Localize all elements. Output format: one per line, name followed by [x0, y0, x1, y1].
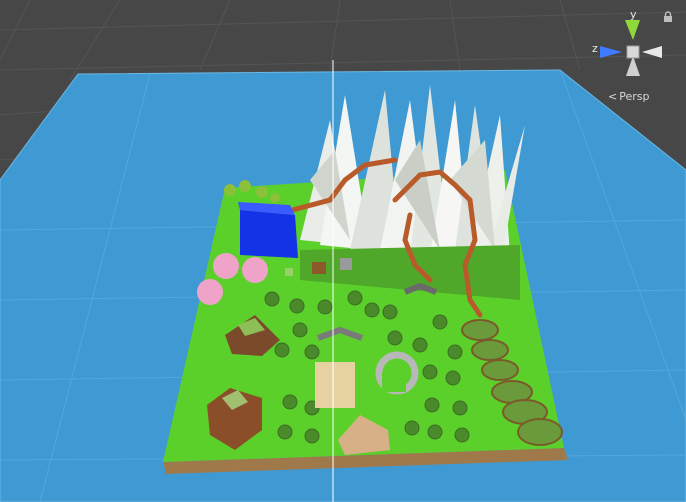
x-axis-cone-icon[interactable] [642, 46, 662, 58]
gizmo-y-label: y [630, 8, 637, 21]
scene-viewport[interactable]: y z < Persp [0, 0, 686, 502]
neg-y-axis-cone-icon[interactable] [626, 56, 640, 76]
gizmo-z-label: z [592, 42, 598, 55]
chevron-left-icon: < [608, 90, 618, 103]
z-axis-cone-icon[interactable] [600, 46, 622, 58]
y-axis-cone-icon[interactable] [625, 20, 640, 40]
sand-tiles[interactable] [315, 362, 355, 408]
blue-water-cube[interactable] [240, 210, 298, 258]
gizmo-center-cube[interactable] [626, 45, 640, 59]
scene-canvas[interactable] [0, 0, 686, 502]
projection-toggle[interactable]: < Persp [608, 90, 649, 103]
projection-label: Persp [619, 90, 650, 103]
lock-icon[interactable] [662, 8, 674, 22]
